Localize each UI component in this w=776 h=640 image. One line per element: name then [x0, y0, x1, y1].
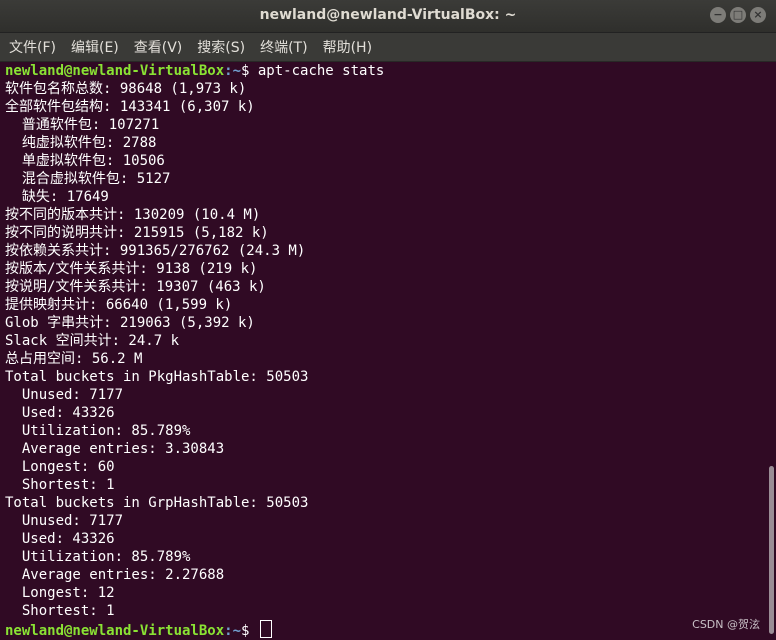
- output-line: Total buckets in PkgHashTable: 50503: [5, 369, 309, 385]
- text-cursor: [259, 620, 272, 638]
- output-line: 按依赖关系共计: 991365/276762 (24.3 M): [5, 243, 306, 259]
- output-line: 按说明/文件关系共计: 19307 (463 k): [5, 279, 266, 295]
- close-button[interactable]: ×: [750, 7, 766, 23]
- output-line: Unused: 7177: [5, 513, 124, 529]
- output-line: Utilization: 85.789%: [5, 549, 191, 565]
- output-line: 普通软件包: 107271: [5, 117, 160, 133]
- prompt-user-host: newland@newland-VirtualBox: [5, 623, 225, 639]
- output-line: Slack 空间共计: 24.7 k: [5, 333, 180, 349]
- window-controls: − □ ×: [710, 7, 766, 23]
- output-line: Average entries: 3.30843: [5, 441, 225, 457]
- output-line: Unused: 7177: [5, 387, 124, 403]
- output-line: Longest: 12: [5, 585, 115, 601]
- output-line: 混合虚拟软件包: 5127: [5, 171, 171, 187]
- menu-bar: 文件(F) 编辑(E) 查看(V) 搜索(S) 终端(T) 帮助(H): [0, 33, 776, 62]
- output-line: Glob 字串共计: 219063 (5,392 k): [5, 315, 255, 331]
- menu-search[interactable]: 搜索(S): [188, 37, 251, 57]
- prompt-path: :~: [224, 63, 242, 79]
- output-line: Total buckets in GrpHashTable: 50503: [5, 495, 309, 511]
- output-line: 缺失: 17649: [5, 189, 109, 205]
- output-line: 单虚拟软件包: 10506: [5, 153, 165, 169]
- prompt-line-current: newland@newland-VirtualBox:~$: [0, 620, 767, 639]
- output-line: 按版本/文件关系共计: 9138 (219 k): [5, 261, 258, 277]
- output-line: Shortest: 1: [5, 603, 115, 619]
- output-line: 提供映射共计: 66640 (1,599 k): [5, 297, 233, 313]
- maximize-button[interactable]: □: [730, 7, 746, 23]
- terminal-output[interactable]: newland@newland-VirtualBox:~$ apt-cache …: [0, 62, 767, 640]
- prompt-line: newland@newland-VirtualBox:~$ apt-cache …: [0, 62, 767, 80]
- prompt-user-host: newland@newland-VirtualBox: [5, 63, 225, 79]
- output-line: Shortest: 1: [5, 477, 115, 493]
- output-line: 按不同的版本共计: 130209 (10.4 M): [5, 207, 261, 223]
- output-line: Longest: 60: [5, 459, 115, 475]
- scrollbar[interactable]: [767, 62, 776, 640]
- menu-view[interactable]: 查看(V): [125, 37, 189, 57]
- menu-file[interactable]: 文件(F): [0, 37, 62, 57]
- output-line: 纯虚拟软件包: 2788: [5, 135, 157, 151]
- minimize-button[interactable]: −: [710, 7, 726, 23]
- scroll-thumb[interactable]: [769, 466, 774, 634]
- output-line: Used: 43326: [5, 405, 115, 421]
- prompt-path: :~: [224, 623, 242, 639]
- title-bar[interactable]: newland@newland-VirtualBox: ~ − □ ×: [0, 0, 776, 33]
- prompt-symbol: $: [241, 623, 258, 639]
- output-line: Used: 43326: [5, 531, 115, 547]
- output-line: 软件包名称总数: 98648 (1,973 k): [5, 81, 247, 97]
- menu-terminal[interactable]: 终端(T): [251, 37, 313, 57]
- terminal-window: newland@newland-VirtualBox: ~ − □ × 文件(F…: [0, 0, 776, 640]
- watermark: CSDN @贺泫: [692, 618, 760, 631]
- menu-help[interactable]: 帮助(H): [314, 37, 378, 57]
- menu-edit[interactable]: 编辑(E): [62, 37, 125, 57]
- output-line: Utilization: 85.789%: [5, 423, 191, 439]
- command-output: 软件包名称总数: 98648 (1,973 k) 全部软件包结构: 143341 …: [0, 80, 767, 620]
- command-text: apt-cache stats: [257, 63, 385, 79]
- output-line: 总占用空间: 56.2 M: [5, 351, 143, 367]
- output-line: 按不同的说明共计: 215915 (5,182 k): [5, 225, 269, 241]
- output-line: 全部软件包结构: 143341 (6,307 k): [5, 99, 255, 115]
- window-title: newland@newland-VirtualBox: ~: [259, 7, 517, 23]
- prompt-symbol: $: [241, 63, 258, 79]
- output-line: Average entries: 2.27688: [5, 567, 225, 583]
